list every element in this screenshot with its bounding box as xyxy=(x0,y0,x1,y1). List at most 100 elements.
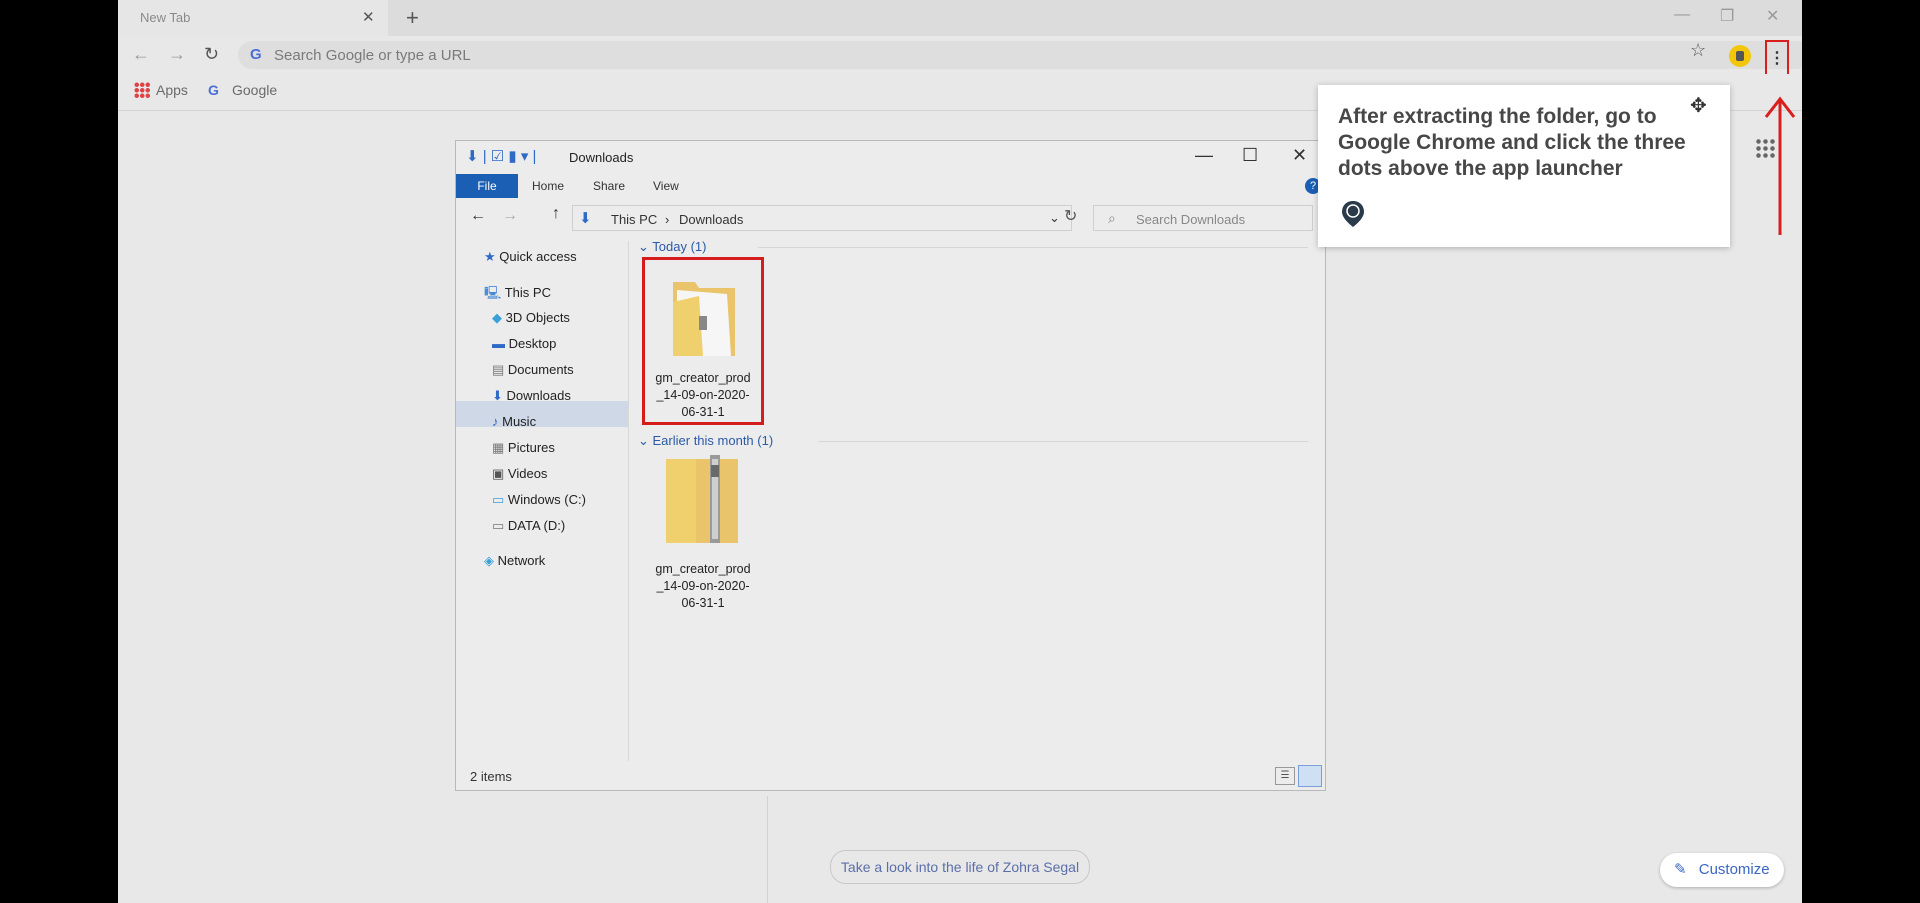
zip-folder-icon xyxy=(666,455,738,543)
desktop-icon: ▬ xyxy=(492,336,505,351)
nav-label: Documents xyxy=(507,362,574,377)
nav-documents[interactable]: ▤ Documents xyxy=(492,362,574,378)
nav-network[interactable]: ◈ Network xyxy=(484,553,545,569)
ribbon-share-tab[interactable]: Share xyxy=(593,179,625,193)
nav-music[interactable]: ♪ Music xyxy=(492,414,536,429)
explorer-forward-icon[interactable]: → xyxy=(502,207,518,225)
chrome-menu-button[interactable]: ⋮ xyxy=(1765,40,1789,76)
nav-label: This PC xyxy=(504,285,551,300)
cube-icon: ◆ xyxy=(492,310,502,325)
explorer-title: Downloads xyxy=(569,150,634,165)
pictures-icon: ▦ xyxy=(492,440,505,455)
group-line xyxy=(818,441,1308,442)
explorer-refresh-icon[interactable]: ↻ xyxy=(1064,206,1077,226)
nav-label: Music xyxy=(502,414,537,429)
nav-label: Pictures xyxy=(507,440,555,455)
nav-label: 3D Objects xyxy=(505,310,570,325)
instruction-text: After extracting the folder, go to Googl… xyxy=(1338,105,1686,180)
nav-videos[interactable]: ▣ Videos xyxy=(492,466,547,482)
navigation-pane: ★ Quick access 🖳 This PC ◆ 3D Objects ▬ … xyxy=(456,241,628,761)
zip-file-item[interactable]: gm_creator_prod _14-09-on-2020- 06-31-1 xyxy=(642,455,764,615)
reload-button[interactable]: ↻ xyxy=(204,44,219,65)
nav-downloads[interactable]: ⬇ Downloads xyxy=(492,388,571,404)
group-earlier-header[interactable]: ⌄ Earlier this month (1) xyxy=(638,433,773,449)
file-name-line: gm_creator_prod xyxy=(655,371,751,385)
tab-title: New Tab xyxy=(140,10,191,25)
promo-link[interactable]: Take a look into the life of Zohra Segal xyxy=(830,850,1090,884)
explorer-address-bar: ← → ↑ ⬇ This PC › Downloads ⌄ ↻ ⌕ Search… xyxy=(456,201,1325,235)
apps-grid-icon[interactable] xyxy=(134,82,150,98)
ribbon-file-tab[interactable]: File xyxy=(456,174,518,198)
file-name: gm_creator_prod _14-09-on-2020- 06-31-1 xyxy=(642,561,764,612)
file-list: ⌄ Today (1) gm_creator_prod _14-09-on-20… xyxy=(628,239,1318,761)
nav-pictures[interactable]: ▦ Pictures xyxy=(492,440,555,456)
forward-button[interactable]: → xyxy=(168,44,186,65)
new-tab-button[interactable]: + xyxy=(406,5,419,31)
nav-label: Network xyxy=(497,553,546,568)
nav-selection-highlight xyxy=(456,401,628,427)
bookmark-star-icon[interactable]: ☆ xyxy=(1690,40,1706,61)
nav-quick-access[interactable]: ★ Quick access xyxy=(484,249,577,265)
network-icon: ◈ xyxy=(484,553,494,568)
ribbon-view-tab[interactable]: View xyxy=(653,179,679,193)
explorer-minimize-button[interactable]: — xyxy=(1195,145,1213,166)
back-button[interactable]: ← xyxy=(132,44,150,65)
group-label: Earlier this month (1) xyxy=(652,433,774,448)
restore-button[interactable]: ❐ xyxy=(1720,6,1734,26)
explorer-up-icon[interactable]: ↑ xyxy=(552,205,560,223)
explorer-back-icon[interactable]: ← xyxy=(470,207,486,225)
nav-label: Downloads xyxy=(506,388,571,403)
file-name-line: gm_creator_prod xyxy=(655,562,751,576)
file-name: gm_creator_prod _14-09-on-2020- 06-31-1 xyxy=(645,370,761,421)
nav-label: Windows (C:) xyxy=(507,492,586,507)
ribbon-home-tab[interactable]: Home xyxy=(532,179,564,193)
omnibox[interactable]: G Search Google or type a URL xyxy=(238,41,1802,69)
toolbar: ← → ↻ G Search Google or type a URL ☆ ⋮ xyxy=(118,36,1802,76)
folder-icon xyxy=(673,282,735,356)
nav-label: Desktop xyxy=(508,336,557,351)
move-icon[interactable]: ✥ xyxy=(1690,93,1707,118)
quick-access-toolbar-icons[interactable]: ⬇ | ☑ ▮ ▾ | xyxy=(466,147,536,165)
divider-line xyxy=(767,796,768,903)
nav-desktop[interactable]: ▬ Desktop xyxy=(492,336,556,351)
location-pin-icon xyxy=(1342,201,1364,227)
file-name-line: 06-31-1 xyxy=(681,596,725,610)
bookmark-google[interactable]: Google xyxy=(232,82,277,98)
extracted-folder-item[interactable]: gm_creator_prod _14-09-on-2020- 06-31-1 xyxy=(642,257,764,425)
extension-icon[interactable] xyxy=(1729,45,1751,67)
explorer-maximize-button[interactable]: ☐ xyxy=(1242,145,1258,166)
nav-this-pc[interactable]: 🖳 This PC xyxy=(484,284,551,306)
explorer-ribbon: File Home Share View ? xyxy=(456,174,1325,199)
group-today-header[interactable]: ⌄ Today (1) xyxy=(638,239,706,255)
customize-button[interactable]: ✎ Customize xyxy=(1660,853,1784,887)
nav-label: Quick access xyxy=(499,249,577,264)
google-bookmark-icon: G xyxy=(208,82,219,98)
music-icon: ♪ xyxy=(492,414,499,429)
path-this-pc[interactable]: This PC xyxy=(611,212,657,227)
nav-label: DATA (D:) xyxy=(507,518,566,533)
downloads-path-icon: ⬇ xyxy=(579,210,592,227)
close-window-button[interactable]: ✕ xyxy=(1766,6,1779,26)
minimize-button[interactable]: — xyxy=(1674,6,1690,24)
document-icon: ▤ xyxy=(492,362,505,377)
tab-new-tab[interactable]: New Tab ✕ xyxy=(118,0,388,36)
customize-label: Customize xyxy=(1698,861,1770,878)
drive-icon: ▭ xyxy=(492,518,505,533)
search-placeholder: Search Downloads xyxy=(1136,212,1246,227)
computer-icon: 🖳 xyxy=(484,285,502,300)
path-downloads[interactable]: Downloads xyxy=(679,212,743,227)
explorer-close-button[interactable]: ✕ xyxy=(1292,145,1307,166)
nav-data-d[interactable]: ▭ DATA (D:) xyxy=(492,518,565,534)
large-icons-view-icon[interactable] xyxy=(1298,765,1322,787)
path-dropdown-icon[interactable]: ⌄ xyxy=(1049,210,1060,226)
bookmark-apps[interactable]: Apps xyxy=(156,82,188,98)
nav-windows-c[interactable]: ▭ Windows (C:) xyxy=(492,492,586,508)
explorer-path-box[interactable]: ⬇ This PC › Downloads ⌄ xyxy=(572,205,1072,231)
explorer-search-box[interactable]: ⌕ Search Downloads xyxy=(1093,205,1313,231)
pencil-icon: ✎ xyxy=(1674,861,1687,878)
details-view-icon[interactable]: ☰ xyxy=(1275,767,1295,785)
group-line xyxy=(758,247,1308,248)
tab-close-icon[interactable]: ✕ xyxy=(362,8,375,26)
star-icon: ★ xyxy=(484,249,496,264)
nav-3d-objects[interactable]: ◆ 3D Objects xyxy=(492,310,570,326)
